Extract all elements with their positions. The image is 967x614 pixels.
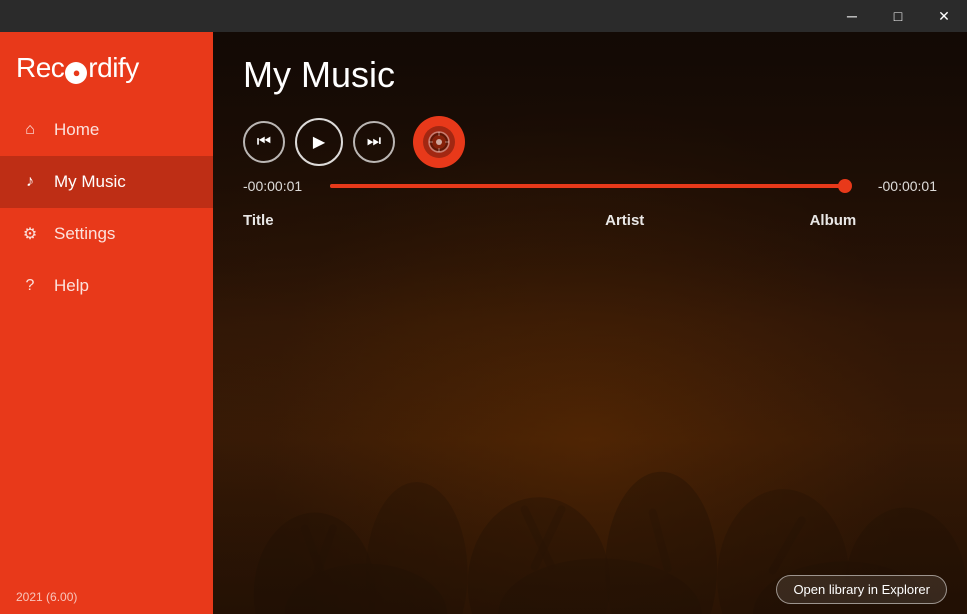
- app-logo: Rec●rdify: [16, 52, 139, 84]
- sidebar-item-my-music[interactable]: ♪ My Music: [0, 156, 213, 208]
- main-content: My Music ⏮ ▶ ⏭: [213, 32, 967, 614]
- col-header-artist: Artist: [521, 212, 729, 229]
- sidebar-item-label-home: Home: [54, 120, 99, 140]
- sidebar-item-label-help: Help: [54, 276, 89, 296]
- sidebar-item-settings[interactable]: ⚙ Settings: [0, 208, 213, 260]
- sidebar-item-help[interactable]: ? Help: [0, 260, 213, 312]
- sidebar-version: 2021 (6.00): [0, 580, 213, 614]
- logo-post: rdify: [88, 52, 138, 83]
- close-button[interactable]: ✕: [921, 0, 967, 32]
- minimize-button[interactable]: ─: [829, 0, 875, 32]
- sidebar-item-label-settings: Settings: [54, 224, 115, 244]
- col-header-title: Title: [243, 212, 521, 229]
- app-container: Rec●rdify ⌂ Home ♪ My Music ⚙ Settings? Help 2…: [0, 32, 967, 614]
- content-area: My Music ⏮ ▶ ⏭: [213, 32, 967, 614]
- home-icon: ⌂: [20, 121, 40, 139]
- settings-icon: ⚙: [20, 224, 40, 244]
- player-controls: ⏮ ▶ ⏭: [213, 106, 967, 178]
- col-header-album: Album: [729, 212, 937, 229]
- progress-track[interactable]: [330, 184, 850, 188]
- logo-area: Rec●rdify: [0, 32, 213, 104]
- logo-icon: ●: [65, 62, 87, 84]
- sidebar-nav: ⌂ Home ♪ My Music ⚙ Settings? Help: [0, 104, 213, 312]
- sidebar-item-home[interactable]: ⌂ Home: [0, 104, 213, 156]
- track-list-header: Title Artist Album: [213, 202, 967, 239]
- logo-pre: Rec: [16, 52, 64, 83]
- title-bar: ─ □ ✕: [0, 0, 967, 32]
- sidebar-item-label-my-music: My Music: [54, 172, 126, 192]
- bottom-bar: Open library in Explorer: [213, 565, 967, 614]
- time-elapsed: -00:00:01: [243, 178, 318, 194]
- progress-area: -00:00:01 -00:00:01: [213, 178, 967, 194]
- time-remaining: -00:00:01: [862, 178, 937, 194]
- progress-thumb[interactable]: [838, 179, 852, 193]
- next-button[interactable]: ⏭: [353, 121, 395, 163]
- help-icon: ?: [20, 277, 40, 295]
- disc-inner: [423, 126, 455, 158]
- play-button[interactable]: ▶: [295, 118, 343, 166]
- page-title: My Music: [213, 32, 967, 106]
- disc-icon[interactable]: [413, 116, 465, 168]
- maximize-button[interactable]: □: [875, 0, 921, 32]
- disc-svg: [428, 131, 450, 153]
- my-music-icon: ♪: [20, 173, 40, 191]
- open-library-button[interactable]: Open library in Explorer: [776, 575, 947, 604]
- sidebar: Rec●rdify ⌂ Home ♪ My Music ⚙ Settings? Help 2…: [0, 32, 213, 614]
- progress-fill: [330, 184, 845, 188]
- previous-button[interactable]: ⏮: [243, 121, 285, 163]
